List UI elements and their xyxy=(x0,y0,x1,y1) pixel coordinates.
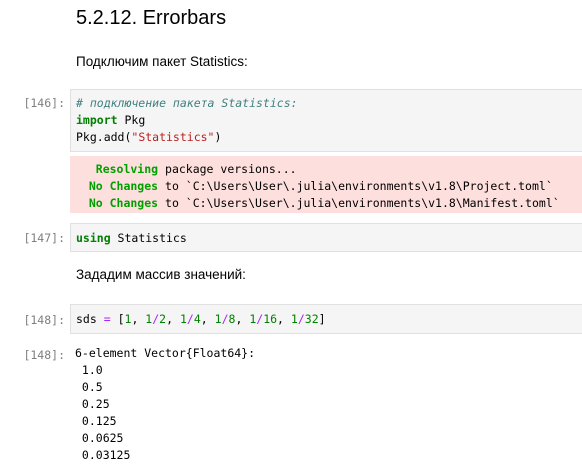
input-prompt-147: [147]: xyxy=(23,231,65,245)
stderr-text-2: to `C:\Users\User\.julia\environments\v1… xyxy=(158,179,553,193)
markdown-text-install: Подключим пакет Statistics: xyxy=(76,54,248,69)
markdown-text-array: Зададим массив значений: xyxy=(76,267,246,282)
keyword-import: import xyxy=(76,113,118,127)
output-line: 0.0625 xyxy=(75,431,124,445)
output-area-148: 6-element Vector{Float64}: 1.0 0.5 0.25 … xyxy=(75,345,255,464)
stderr-output-146: Resolving package versions... No Changes… xyxy=(70,156,582,213)
keyword-using: using xyxy=(76,231,111,245)
stderr-text-1: package versions... xyxy=(158,162,297,176)
import-module: Pkg xyxy=(117,113,146,127)
num: 1 xyxy=(290,312,298,326)
bracket-open: [ xyxy=(110,312,125,326)
op-eq: = xyxy=(103,312,111,326)
bracket-close: ] xyxy=(318,312,326,326)
num: 1 xyxy=(214,312,222,326)
op-div: / xyxy=(186,312,194,326)
num: 4 xyxy=(193,312,201,326)
input-prompt-146: [146]: xyxy=(23,96,65,110)
output-line: 0.125 xyxy=(75,414,117,428)
package-string: "Statistics" xyxy=(131,130,215,144)
num: 32 xyxy=(304,312,319,326)
op-div: / xyxy=(221,312,229,326)
input-prompt-148: [148]: xyxy=(23,313,65,327)
code-comment: # подключение пакета Statistics: xyxy=(76,96,298,110)
sep: , xyxy=(200,312,215,326)
stderr-label-nochanges-2: No Changes xyxy=(75,196,159,210)
output-prompt-148: [148]: xyxy=(23,348,65,362)
output-line: 0.5 xyxy=(75,380,103,394)
sep: , xyxy=(235,312,250,326)
output-line: 1.0 xyxy=(75,363,103,377)
section-heading: 5.2.12. Errorbars xyxy=(76,7,227,29)
pkg-add-call: Pkg.add( xyxy=(76,130,132,144)
var-sds: sds xyxy=(76,312,104,326)
num: 1 xyxy=(179,312,187,326)
output-line: 0.03125 xyxy=(75,448,131,462)
using-module: Statistics xyxy=(110,231,187,245)
sep: , xyxy=(277,312,291,326)
code-cell-147[interactable]: using Statistics xyxy=(70,223,582,252)
stderr-label-resolving: Resolving xyxy=(75,162,159,176)
stderr-text-3: to `C:\Users\User\.julia\environments\v1… xyxy=(158,196,560,210)
output-line: 6-element Vector{Float64}: xyxy=(75,346,256,360)
sep: , xyxy=(166,312,180,326)
code-cell-148[interactable]: sds = [1, 1/2, 1/4, 1/8, 1/16, 1/32] xyxy=(70,304,582,334)
stderr-label-nochanges-1: No Changes xyxy=(75,179,159,193)
sep: , xyxy=(131,312,146,326)
op-div: / xyxy=(297,312,305,326)
pkg-add-close: ) xyxy=(214,130,222,144)
code-cell-146[interactable]: # подключение пакета Statistics: import … xyxy=(70,89,582,152)
output-line: 0.25 xyxy=(75,397,110,411)
num: 16 xyxy=(263,312,278,326)
